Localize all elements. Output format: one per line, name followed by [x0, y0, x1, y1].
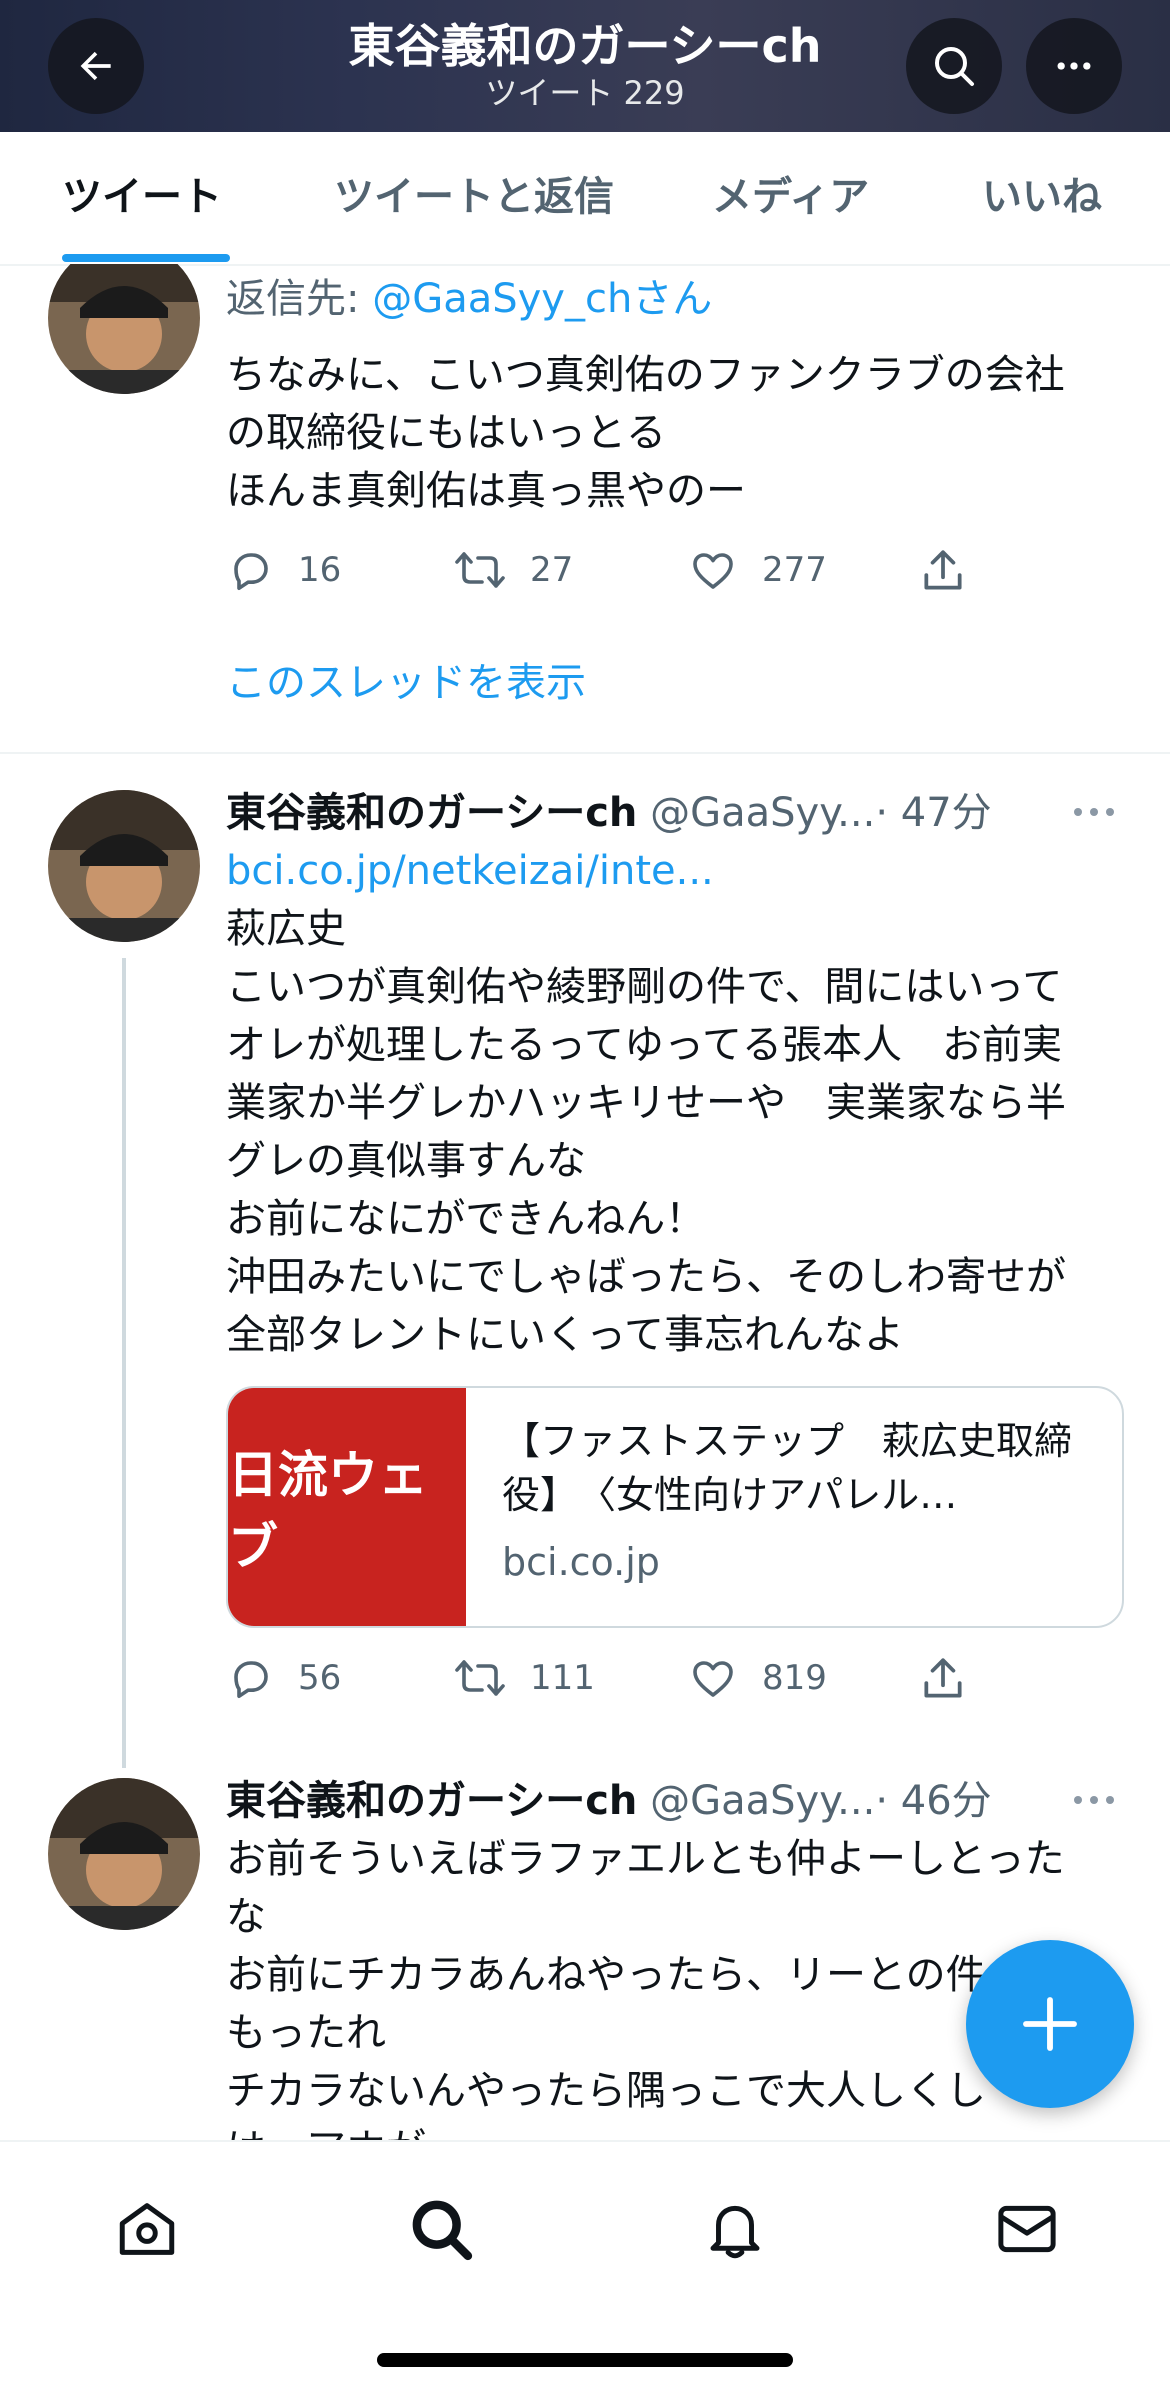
tweet-time: · 46分 — [875, 1778, 992, 1824]
bottom-nav — [0, 2140, 1170, 2393]
reply-button[interactable]: 56 — [226, 1654, 341, 1702]
tweet-time: · 47分 — [875, 790, 992, 836]
card-domain: bci.co.jp — [502, 1540, 660, 1584]
show-thread-link[interactable]: このスレッドを表示 — [226, 654, 1126, 712]
search-icon — [412, 2200, 473, 2261]
active-tab-indicator — [62, 254, 230, 262]
bell-icon — [710, 2205, 760, 2259]
author-name[interactable]: 東谷義和のガーシーch — [226, 1778, 637, 1824]
search-button[interactable] — [906, 18, 1002, 114]
tweet-text: 萩広史 こいつが真剣佑や綾野剛の件で、間にはいって オレが処理したるってゆってる… — [226, 906, 1066, 1358]
share-button[interactable] — [918, 1654, 992, 1704]
reply-icon — [234, 1661, 268, 1698]
reply-button[interactable]: 16 — [226, 546, 341, 594]
retweet-count: 27 — [530, 550, 574, 590]
tweet-link[interactable]: bci.co.jp/netkeizai/inte... — [226, 842, 1126, 900]
tab-tweets[interactable]: ツイート — [62, 172, 222, 222]
nav-notifications[interactable] — [700, 2194, 770, 2264]
plus-icon — [1023, 1997, 1077, 2051]
home-indicator — [377, 2353, 793, 2367]
tweet-feed[interactable]: 返信先: @GaaSyy_chさん ちなみに、こいつ真剣佑のファンクラブの会社 … — [0, 264, 1170, 2140]
reply-suffix: さん — [632, 276, 713, 322]
divider — [0, 752, 1170, 754]
share-button[interactable] — [918, 546, 992, 596]
tweet-header: 東谷義和のガーシーch @GaaSyy...· 47分 — [226, 784, 1126, 842]
card-thumbnail: 日流ウェブ — [228, 1388, 466, 1626]
author-handle[interactable]: @GaaSyy... — [650, 790, 875, 836]
tweet-more-button[interactable] — [1072, 802, 1116, 826]
avatar[interactable] — [48, 1778, 200, 1930]
tab-media[interactable]: メディア — [712, 172, 869, 222]
reply-icon — [234, 553, 268, 590]
nav-home[interactable] — [112, 2194, 182, 2264]
heart-icon — [693, 553, 733, 589]
share-icon — [924, 550, 962, 590]
more-icon — [1057, 62, 1091, 70]
reply-count: 56 — [298, 1658, 342, 1698]
nav-explore[interactable] — [406, 2194, 476, 2264]
tab-tweets-replies[interactable]: ツイートと返信 — [334, 172, 614, 222]
like-button[interactable]: 277 — [688, 546, 827, 594]
reply-prefix: 返信先: — [226, 276, 373, 322]
card-title: 【ファストステップ 萩広史取締役】 〈女性向けアパレル… — [502, 1419, 1073, 1517]
tweet-header: 東谷義和のガーシーch @GaaSyy...· 46分 — [226, 1772, 1126, 1830]
author-name[interactable]: 東谷義和のガーシーch — [226, 790, 637, 836]
retweet-button[interactable]: 111 — [454, 1654, 595, 1702]
reply-handle-link[interactable]: @GaaSyy_ch — [372, 276, 632, 322]
like-count: 277 — [762, 550, 827, 590]
like-button[interactable]: 819 — [688, 1654, 827, 1702]
more-button[interactable] — [1026, 18, 1122, 114]
tab-likes[interactable]: いいね — [982, 172, 1102, 222]
more-icon — [1074, 1796, 1114, 1804]
profile-tabs: ツイート ツイートと返信 メディア いいね — [0, 132, 1170, 266]
profile-header: 東谷義和のガーシーch ツイート 229 — [0, 0, 1170, 132]
retweet-count: 111 — [530, 1658, 595, 1698]
avatar[interactable] — [48, 790, 200, 942]
more-icon — [1074, 808, 1114, 816]
author-handle[interactable]: @GaaSyy... — [650, 1778, 875, 1824]
reply-count: 16 — [298, 550, 342, 590]
tweet-more-button[interactable] — [1072, 1790, 1116, 1814]
mail-icon — [998, 2205, 1056, 2253]
nav-messages[interactable] — [992, 2194, 1062, 2264]
retweet-icon — [455, 552, 505, 588]
tweet-text: ちなみに、こいつ真剣佑のファンクラブの会社 の取締役にもはいっとる ほんま真剣佑… — [226, 352, 1065, 514]
search-icon — [935, 47, 974, 86]
thread-line — [122, 958, 126, 1768]
reply-context: 返信先: @GaaSyy_chさん — [226, 270, 1126, 328]
retweet-button[interactable]: 27 — [454, 546, 573, 594]
like-count: 819 — [762, 1658, 827, 1698]
share-icon — [924, 1658, 962, 1698]
heart-icon — [693, 1661, 733, 1697]
compose-tweet-button[interactable] — [966, 1940, 1134, 2108]
retweet-icon — [455, 1660, 505, 1696]
home-icon — [119, 2203, 175, 2255]
link-card[interactable]: 日流ウェブ 【ファストステップ 萩広史取締役】 〈女性向けアパレル… bci.c… — [226, 1386, 1124, 1628]
avatar[interactable] — [48, 264, 200, 394]
